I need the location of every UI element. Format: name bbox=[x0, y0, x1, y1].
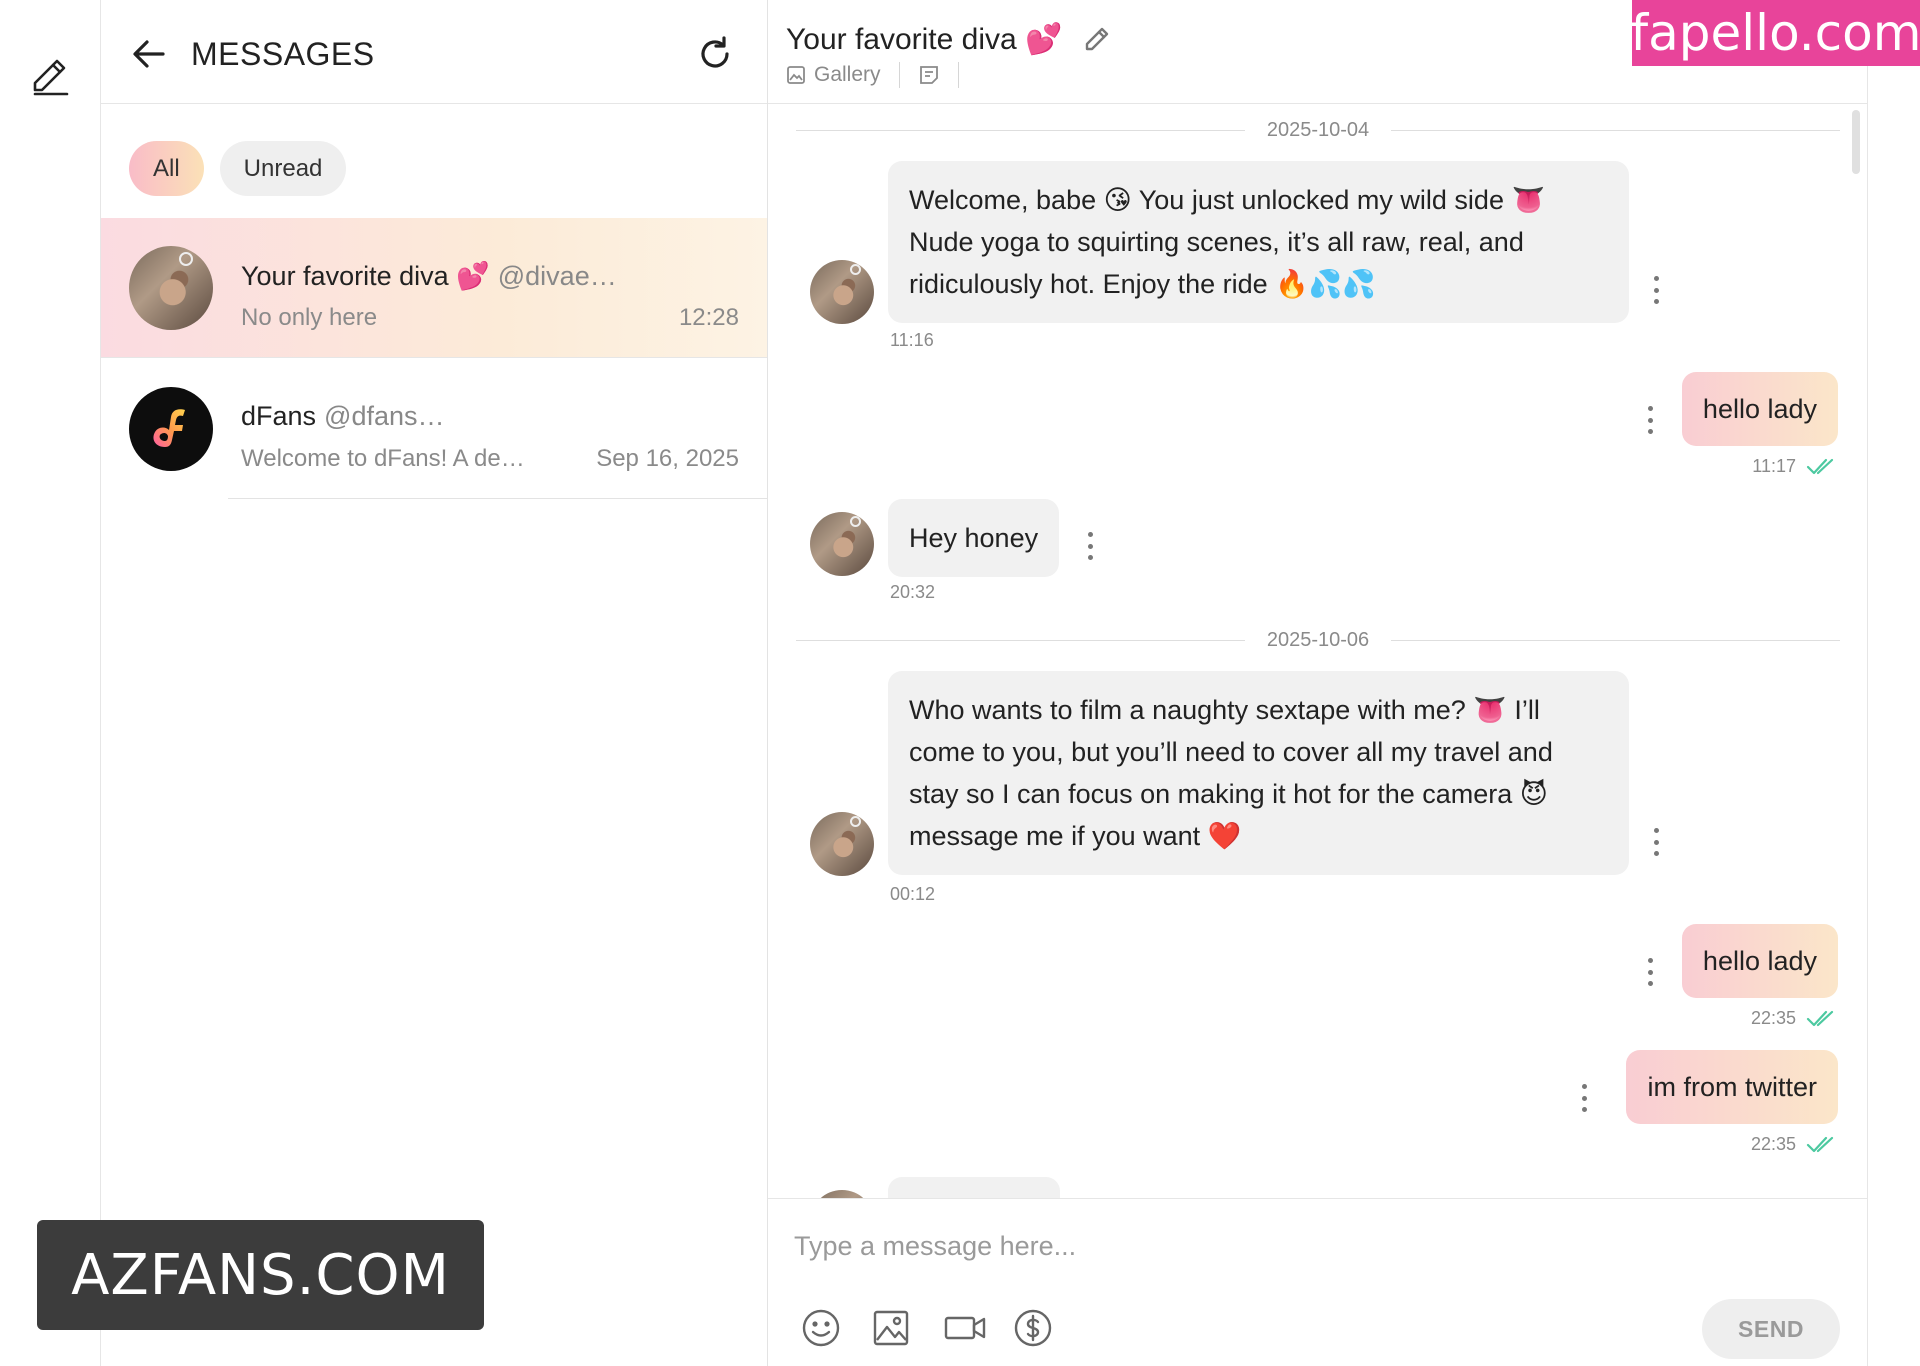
message-bubble: Who wants to film a naughty sextape with… bbox=[888, 671, 1629, 875]
list-header: MESSAGES bbox=[101, 0, 767, 104]
pencil-icon bbox=[1085, 27, 1109, 51]
chat-panel: Your favorite diva 💕 Gallery 2025-10-04 … bbox=[768, 0, 1868, 1366]
filter-all-chip[interactable]: All bbox=[129, 141, 204, 196]
conversation-name: Your favorite diva 💕 bbox=[241, 261, 490, 291]
emoji-icon bbox=[802, 1309, 840, 1347]
send-button[interactable]: SEND bbox=[1702, 1299, 1840, 1359]
pencil-icon bbox=[33, 59, 69, 96]
message-menu-button[interactable] bbox=[1576, 1080, 1592, 1116]
message-bubble: hello lady bbox=[1681, 924, 1838, 998]
tab-notes[interactable] bbox=[918, 64, 958, 86]
conversation-time: 12:28 bbox=[678, 304, 739, 331]
side-rail bbox=[0, 0, 101, 1366]
back-button[interactable] bbox=[129, 34, 169, 74]
message-menu-button[interactable] bbox=[1648, 272, 1664, 308]
page-title: MESSAGES bbox=[191, 36, 375, 72]
message-meta: 22:35 bbox=[1751, 1134, 1838, 1155]
compose-button[interactable] bbox=[29, 54, 73, 98]
arrow-left-icon bbox=[133, 40, 165, 68]
message-bubble: Hey honey bbox=[888, 499, 1060, 577]
message-menu-button[interactable] bbox=[1648, 824, 1664, 860]
avatar bbox=[129, 387, 213, 471]
message-bubble: Welcome, babe 😘 You just unlocked my wil… bbox=[888, 161, 1629, 323]
message-menu-button[interactable] bbox=[1642, 402, 1658, 438]
message-time: 22:35 bbox=[1750, 1008, 1796, 1028]
refresh-icon bbox=[701, 36, 729, 68]
double-check-icon bbox=[1806, 1010, 1834, 1026]
avatar[interactable] bbox=[810, 260, 874, 324]
conversation-list: MESSAGES All Unread Your favorite diva 💕… bbox=[101, 0, 768, 1366]
dfans-logo-icon bbox=[153, 409, 185, 447]
message-thread[interactable]: 2025-10-04 Welcome, babe 😘 You just unlo… bbox=[768, 104, 1868, 1198]
scrollbar[interactable] bbox=[1852, 110, 1860, 174]
message-time: 20:32 bbox=[890, 582, 936, 602]
conversation-time: Sep 16, 2025 bbox=[596, 445, 739, 472]
tip-button[interactable] bbox=[1012, 1307, 1054, 1349]
video-icon bbox=[944, 1316, 986, 1340]
conversation-item-diva[interactable]: Your favorite diva 💕 @divae… No only here… bbox=[101, 218, 767, 358]
filter-chips: All Unread bbox=[129, 141, 347, 196]
avatar[interactable] bbox=[810, 812, 874, 876]
refresh-button[interactable] bbox=[695, 34, 735, 74]
message-bubble: hello lady bbox=[1681, 372, 1838, 446]
attach-video-button[interactable] bbox=[942, 1307, 988, 1349]
notes-icon bbox=[919, 66, 938, 84]
conversation-handle: @dfans… bbox=[324, 401, 445, 431]
message-composer: SEND bbox=[768, 1198, 1868, 1366]
watermark-fapello: fapello.com bbox=[1631, 0, 1920, 66]
message-menu-button[interactable] bbox=[1082, 528, 1098, 564]
message-meta: 11:17 bbox=[1752, 456, 1838, 477]
message-time: 11:16 bbox=[890, 330, 934, 350]
chat-title: Your favorite diva 💕 bbox=[786, 23, 1063, 56]
date-separator: 2025-10-04 bbox=[796, 118, 1840, 142]
tab-gallery[interactable]: Gallery bbox=[786, 63, 899, 87]
chat-tabs: Gallery bbox=[786, 62, 977, 88]
message-input[interactable] bbox=[794, 1221, 1844, 1271]
avatar bbox=[129, 246, 213, 330]
image-icon bbox=[787, 66, 805, 84]
tab-gallery-label: Gallery bbox=[814, 63, 881, 86]
edit-name-button[interactable] bbox=[1082, 24, 1112, 54]
double-check-icon bbox=[1806, 1136, 1834, 1152]
avatar[interactable] bbox=[810, 1190, 874, 1198]
conversation-preview: No only here bbox=[241, 304, 378, 331]
watermark-azfans: AZFANS.COM bbox=[37, 1220, 484, 1330]
conversation-preview: Welcome to dFans! A de… bbox=[241, 445, 525, 472]
date-separator: 2025-10-06 bbox=[796, 628, 1840, 652]
conversation-name: dFans bbox=[241, 401, 317, 431]
emoji-button[interactable] bbox=[800, 1307, 842, 1349]
conversation-handle: @divae… bbox=[497, 261, 617, 291]
double-check-icon bbox=[1806, 458, 1834, 474]
attach-image-button[interactable] bbox=[870, 1307, 912, 1349]
message-time: 11:17 bbox=[1752, 456, 1796, 476]
divider bbox=[228, 498, 767, 499]
dollar-icon bbox=[1014, 1309, 1052, 1347]
message-time: 22:35 bbox=[1750, 1134, 1796, 1154]
conversation-item-dfans[interactable]: dFans @dfans… Welcome to dFans! A de… Sep… bbox=[101, 359, 767, 499]
message-menu-button[interactable] bbox=[1642, 954, 1658, 990]
message-meta: 22:35 bbox=[1751, 1008, 1838, 1029]
image-icon bbox=[873, 1310, 909, 1346]
filter-unread-chip[interactable]: Unread bbox=[219, 141, 347, 196]
message-time: 00:12 bbox=[890, 884, 936, 904]
message-bubble: im from twitter bbox=[1626, 1050, 1838, 1124]
avatar[interactable] bbox=[810, 512, 874, 576]
message-bubble bbox=[888, 1177, 1060, 1198]
